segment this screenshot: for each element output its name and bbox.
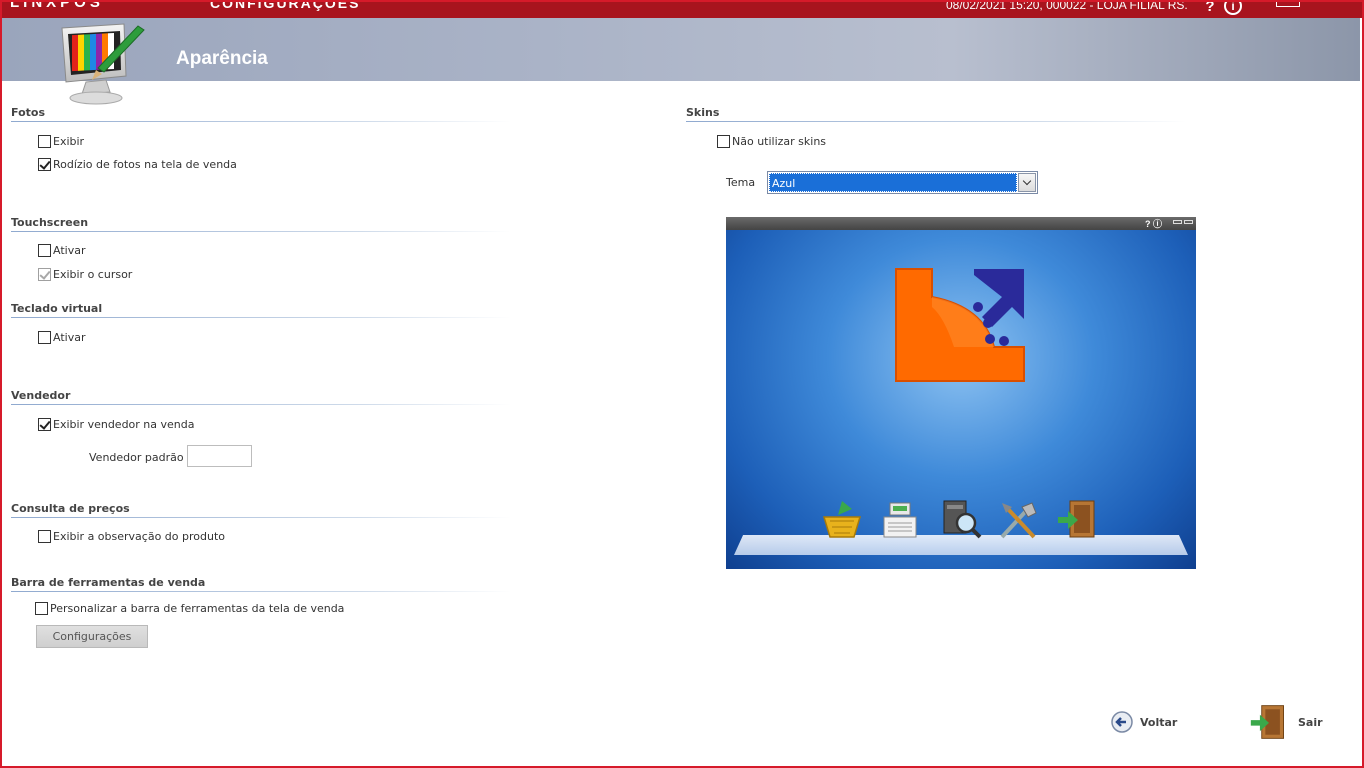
section-title-touchscreen: Touchscreen <box>11 216 89 229</box>
section-title-skins: Skins <box>686 106 720 119</box>
vendedor-exibir-checkbox[interactable]: Exibir vendedor na venda <box>38 418 195 431</box>
cash-register-icon <box>883 502 917 538</box>
checkbox-label: Exibir o cursor <box>53 268 133 281</box>
checkbox-label: Exibir a observação do produto <box>53 530 226 543</box>
preview-close-icon <box>1184 220 1193 224</box>
page-header: Aparência <box>2 18 1360 81</box>
minimize-icon[interactable] <box>1276 1 1300 7</box>
help-icon[interactable]: ? <box>1201 0 1219 16</box>
consulta-observacao-checkbox[interactable]: Exibir a observação do produto <box>38 530 225 543</box>
checkbox-box <box>38 268 51 281</box>
teclado-ativar-checkbox[interactable]: Ativar <box>38 331 85 344</box>
section-divider <box>11 317 511 318</box>
basket-icon <box>822 501 862 538</box>
sair-label: Sair <box>1298 715 1323 729</box>
checkbox-box[interactable] <box>38 418 51 431</box>
vendedor-padrao-input[interactable] <box>187 445 252 467</box>
vendedor-padrao-label: Vendedor padrão <box>89 451 184 464</box>
page-title: Aparência <box>176 48 268 69</box>
exit-door-icon <box>1058 500 1095 538</box>
touchscreen-cursor-checkbox: Exibir o cursor <box>38 268 132 281</box>
checkbox-box[interactable] <box>38 331 51 344</box>
voltar-label: Voltar <box>1140 715 1178 729</box>
checkbox-box[interactable] <box>38 135 51 148</box>
touchscreen-ativar-checkbox[interactable]: Ativar <box>38 244 85 257</box>
section-divider <box>11 121 511 122</box>
fotos-rodizio-checkbox[interactable]: Rodízio de fotos na tela de venda <box>38 158 237 171</box>
search-computer-icon <box>943 500 982 539</box>
section-title-barra: Barra de ferramentas de venda <box>11 576 206 589</box>
configuracoes-button[interactable]: Configurações <box>36 625 148 648</box>
section-title-fotos: Fotos <box>11 106 45 119</box>
tema-selected-value: Azul <box>769 173 1017 192</box>
voltar-button[interactable]: Voltar <box>1110 710 1177 734</box>
checkbox-box[interactable] <box>38 530 51 543</box>
module-label: CONFIGURAÇÕES <box>210 0 361 11</box>
tema-select[interactable]: Azul <box>767 171 1038 194</box>
section-divider <box>11 517 511 518</box>
checkbox-label: Ativar <box>53 331 86 344</box>
exit-door-icon <box>1250 705 1284 739</box>
checkbox-label: Personalizar a barra de ferramentas da t… <box>50 602 345 615</box>
section-divider <box>11 404 511 405</box>
checkbox-box[interactable] <box>717 135 730 148</box>
checkbox-label: Ativar <box>53 244 86 257</box>
checkbox-box[interactable] <box>35 602 48 615</box>
checkbox-label: Não utilizar skins <box>732 135 827 148</box>
nao-utilizar-skins-checkbox[interactable]: Não utilizar skins <box>717 135 826 148</box>
checkbox-label: Exibir <box>53 135 85 148</box>
tools-icon <box>1000 502 1037 539</box>
preview-help-info-icons: ? ⓘ <box>1145 219 1162 229</box>
section-divider <box>11 591 511 592</box>
info-icon[interactable]: i <box>1224 0 1242 15</box>
checkbox-box[interactable] <box>38 158 51 171</box>
top-bar: LINXPOS CONFIGURAÇÕES 08/02/2021 15:20, … <box>0 0 1364 18</box>
brand-label: LINXPOS <box>10 0 104 11</box>
skin-preview: ? ⓘ <box>726 217 1196 569</box>
sair-button[interactable]: Sair <box>1248 702 1323 742</box>
status-text: 08/02/2021 15:20, 000022 - LOJA FILIAL R… <box>946 0 1188 12</box>
barra-personalizar-checkbox[interactable]: Personalizar a barra de ferramentas da t… <box>35 602 344 615</box>
chevron-down-icon[interactable] <box>1018 173 1036 192</box>
section-divider <box>686 121 1186 122</box>
preview-title-bar: ? ⓘ <box>726 217 1196 230</box>
section-title-vendedor: Vendedor <box>11 389 71 402</box>
checkbox-label: Exibir vendedor na venda <box>53 418 195 431</box>
section-title-teclado: Teclado virtual <box>11 302 103 315</box>
section-title-consulta: Consulta de preços <box>11 502 130 515</box>
linx-logo-icon <box>895 268 1025 382</box>
monitor-palette-icon <box>61 23 145 105</box>
section-divider <box>11 231 511 232</box>
fotos-exibir-checkbox[interactable]: Exibir <box>38 135 84 148</box>
tema-label: Tema <box>726 176 756 189</box>
checkbox-label: Rodízio de fotos na tela de venda <box>53 158 237 171</box>
preview-minimize-icon <box>1173 220 1182 224</box>
checkbox-box[interactable] <box>38 244 51 257</box>
back-arrow-icon <box>1111 711 1133 733</box>
